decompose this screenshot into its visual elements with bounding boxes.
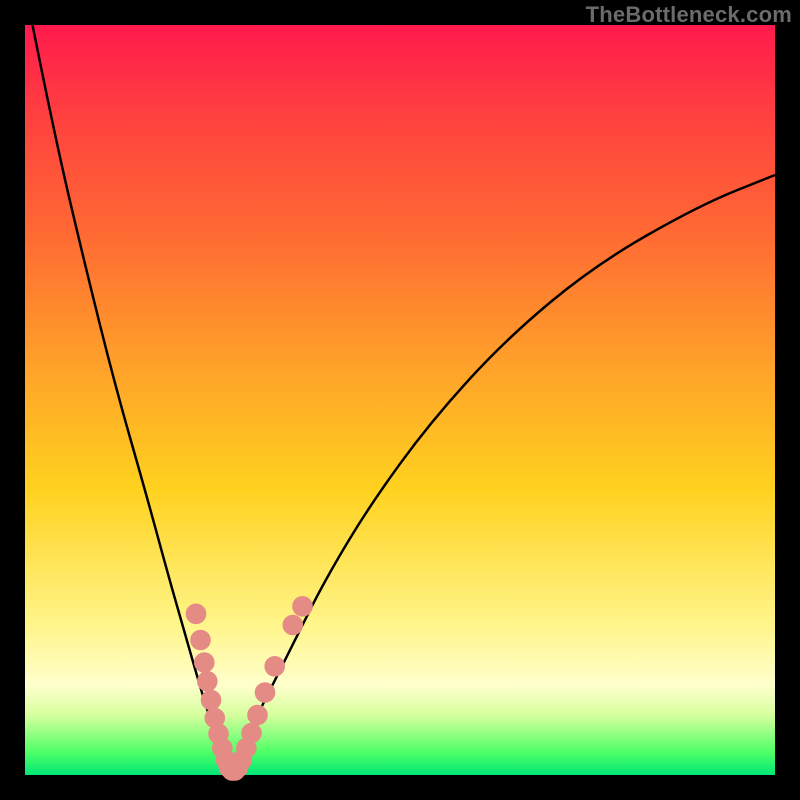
marker-dot (293, 597, 313, 617)
chart-frame: TheBottleneck.com (0, 0, 800, 800)
watermark-text: TheBottleneck.com (586, 2, 792, 28)
marker-dot (265, 657, 285, 677)
marker-dot (195, 653, 215, 673)
marker-group (186, 597, 312, 781)
marker-dot (248, 705, 268, 725)
chart-svg (25, 25, 775, 775)
marker-dot (201, 690, 221, 710)
marker-dot (186, 604, 206, 624)
marker-dot (255, 683, 275, 703)
marker-dot (283, 615, 303, 635)
marker-dot (198, 672, 218, 692)
chart-plot-area (25, 25, 775, 775)
marker-dot (242, 723, 262, 743)
curve-right-branch (229, 175, 775, 771)
marker-dot (191, 630, 211, 650)
